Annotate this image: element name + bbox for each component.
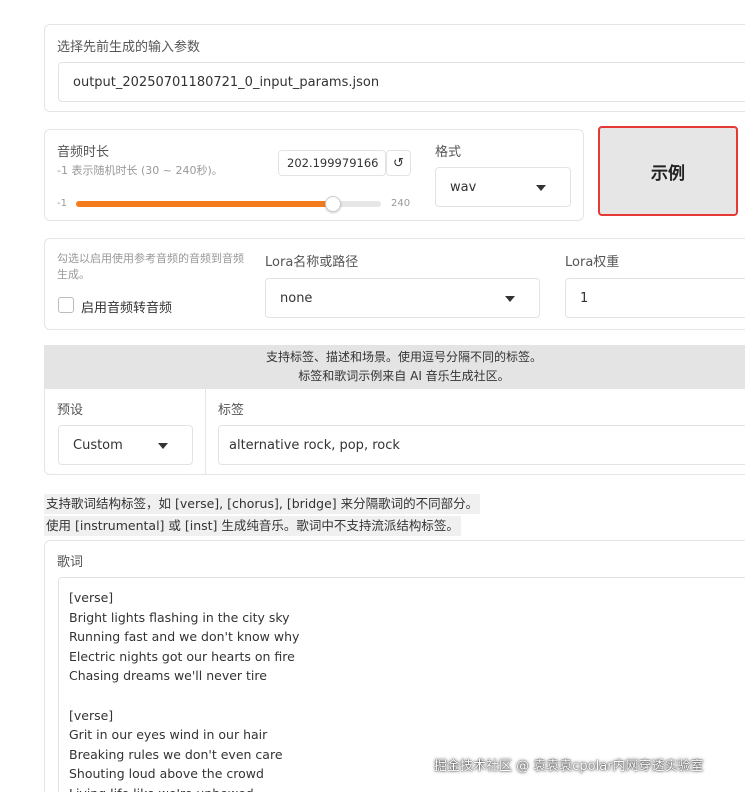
lyrics-line: Bright lights flashing in the city sky — [69, 609, 290, 625]
lyrics-line: [verse] — [69, 707, 114, 723]
lora-weight-value: 1 — [580, 290, 589, 306]
lyrics-line: Electric nights got our hearts on fire — [69, 648, 295, 664]
duration-hint: -1 表示随机时长 (30 ~ 240秒)。 — [57, 164, 223, 177]
lyrics-info-line1: 支持歌词结构标签，如 [verse], [chorus], [bridge] 来… — [44, 494, 481, 514]
reference-audio-hint: 勾选以启用使用参考音频的音频到音频生成。 — [57, 252, 244, 281]
params-file-value: output_20250701180721_0_input_params.jso… — [73, 74, 380, 90]
lora-weight-input[interactable]: 1 — [565, 278, 745, 318]
lyrics-line — [69, 686, 745, 706]
lyrics-line: Living life like we're unbowed — [69, 784, 745, 792]
lyrics-line: Running fast and we don't know why — [69, 629, 300, 645]
audio2audio-checkbox[interactable] — [58, 297, 74, 313]
preset-label: 预设 — [57, 403, 84, 418]
lyrics-info-line2: 使用 [instrumental] 或 [inst] 生成纯音乐。歌词中不支持流… — [44, 516, 461, 536]
duration-reset-button[interactable]: ↺ — [386, 150, 411, 176]
preset-value: Custom — [73, 437, 123, 453]
duration-label: 音频时长 — [57, 145, 110, 160]
preset-dropdown[interactable]: Custom — [58, 425, 193, 465]
format-label: 格式 — [435, 145, 462, 160]
tags-info-banner: 支持标签、描述和场景。使用逗号分隔不同的标签。 标签和歌词示例来自 AI 音乐生… — [44, 345, 745, 389]
lyrics-line: [verse] — [69, 590, 114, 605]
tags-input[interactable]: alternative rock, pop, rock — [218, 425, 745, 465]
slider-min-label: -1 — [57, 198, 67, 209]
lora-weight-label: Lora权重 — [565, 255, 620, 270]
tags-label: 标签 — [218, 403, 245, 418]
tags-info-line2: 标签和歌词示例来自 AI 音乐生成社区。 — [298, 369, 510, 383]
duration-slider[interactable] — [76, 196, 381, 212]
lyrics-line: Grit in our eyes wind in our hair — [69, 727, 268, 743]
params-file-input[interactable]: output_20250701180721_0_input_params.jso… — [58, 62, 745, 102]
params-file-label: 选择先前生成的输入参数 — [57, 40, 201, 55]
tags-value: alternative rock, pop, rock — [229, 437, 400, 453]
duration-number-input[interactable]: 202.199979166 — [278, 150, 386, 176]
slider-max-label: 240 — [391, 198, 411, 209]
lora-name-value: none — [280, 290, 313, 306]
lyrics-line: Chasing dreams we'll never tire — [69, 668, 267, 684]
reset-icon: ↺ — [393, 155, 404, 171]
chevron-down-icon — [536, 185, 546, 191]
duration-slider-thumb[interactable] — [325, 196, 341, 212]
tags-info-line1: 支持标签、描述和场景。使用逗号分隔不同的标签。 — [265, 350, 542, 364]
chevron-down-icon — [505, 296, 515, 302]
lyrics-label: 歌词 — [57, 555, 84, 570]
tags-divider — [205, 389, 206, 475]
duration-value: 202.199979166 — [287, 156, 379, 170]
watermark-text: 掘金技术社区 @ 袁袁袁cpolar内网穿透实验室 — [434, 759, 704, 774]
duration-slider-fill — [76, 201, 333, 207]
format-dropdown[interactable]: wav — [435, 167, 571, 207]
lora-name-dropdown[interactable]: none — [265, 278, 540, 318]
example-button[interactable]: 示例 — [598, 126, 738, 216]
format-value: wav — [450, 179, 477, 195]
lora-name-label: Lora名称或路径 — [265, 255, 359, 270]
audio2audio-label: 启用音频转音频 — [81, 301, 173, 316]
chevron-down-icon — [158, 443, 168, 449]
